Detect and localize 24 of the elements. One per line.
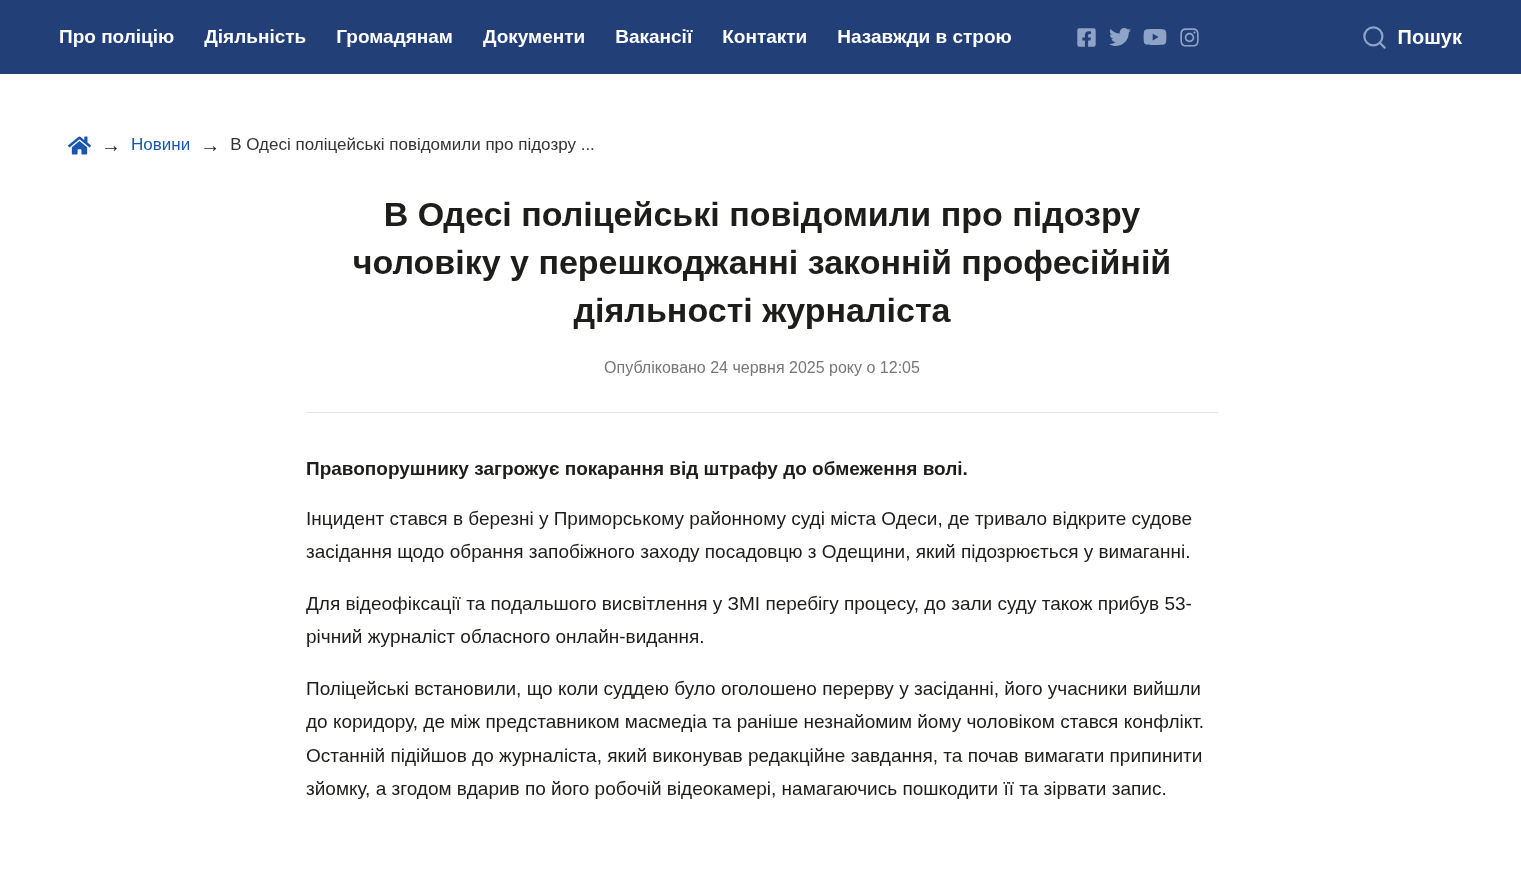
lead-paragraph: Правопорушнику загрожує покарання від штрафу до обмеження волі. [306, 457, 969, 481]
article-title: В Одесі поліцейські повідомили про підозру чоловіку у перешкоджанні законній професійній діяльності журналіста [351, 194, 1173, 331]
search-button[interactable]: Пошук [1360, 22, 1462, 52]
nav-link[interactable]: Контакти [722, 22, 808, 52]
bird-icon[interactable] [1108, 26, 1131, 48]
breadcrumb-separator: → [200, 133, 221, 158]
article-paragraph: Інцидент стався в березні у Приморському районному суді міста Одеси, де тривало відкрите судове засідання щодо обрання запобіжного заходу посадовцю з Одещини, який підозрюється у вимаганні. [306, 506, 1194, 564]
nav-link[interactable]: Про поліцію [59, 22, 175, 52]
camera-icon[interactable] [1178, 26, 1200, 48]
home-icon[interactable] [68, 133, 91, 157]
article-paragraph: Для відеофіксації та подальшого висвітлення у ЗМІ перебігу процесу, до зали суду також прибув 53-річний журналіст обласного онлайн-видання. [306, 591, 1193, 649]
nav-link[interactable]: Діяльність [204, 22, 307, 52]
facebook-icon[interactable] [1075, 26, 1097, 48]
nav-link[interactable]: Громадянам [336, 22, 453, 52]
search-icon [1360, 23, 1388, 51]
nav-link[interactable]: Вакансії [615, 22, 693, 52]
breadcrumb-current: В Одесі поліцейські повідомили про підозру ... [230, 134, 595, 157]
breadcrumb-separator: → [101, 133, 121, 158]
breadcrumb-link[interactable]: Новини [131, 132, 191, 158]
search-label: Пошук [1397, 25, 1462, 50]
article-paragraph: Поліцейські встановили, що коли суддею було оголошено перерву у засіданні, його учасники вийшли до коридору, де між представником масмедіа та раніше незнайомим йому чоловіком стався конфлікт. Останній підійшов до журналіста, який виконував редакційне завдання, та почав вимагати припинити зйомку, а згодом вдарив по його робочій відеокамері, намагаючись пошкодити її та зірвати запис. [306, 676, 1206, 801]
publish-date: Опубліковано 24 червня 2025 року о 12:05 [603, 358, 921, 378]
nav-link[interactable]: Назавжди в строю [837, 22, 1012, 52]
nav-link[interactable]: Документи [482, 22, 586, 52]
